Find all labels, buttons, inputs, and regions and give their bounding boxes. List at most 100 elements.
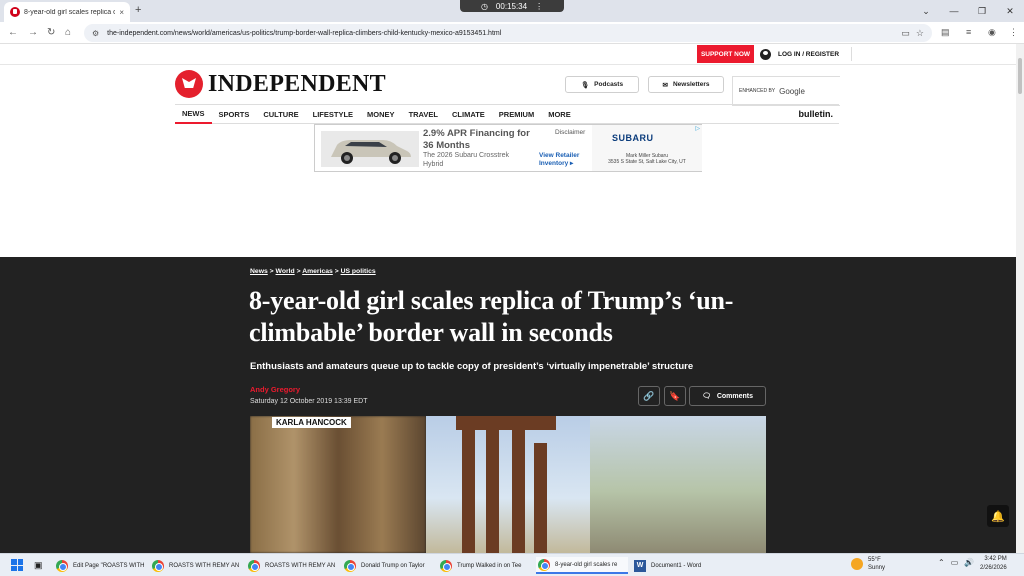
nav-item-lifestyle[interactable]: LIFESTYLE — [306, 105, 360, 124]
taskbar-item[interactable]: Donald Trump on Taylor — [344, 557, 434, 574]
word-icon: W — [634, 559, 646, 572]
subaru-logo: SUBARU — [612, 133, 654, 143]
login-label: LOG IN / REGISTER — [778, 50, 840, 58]
volume-icon[interactable]: 🔊 — [964, 558, 974, 567]
taskbar-item-word[interactable]: W Document1 - Word — [634, 557, 724, 574]
weather-condition: Sunny — [868, 565, 886, 571]
comments-label: Comments — [716, 392, 754, 400]
comment-icon: 🗨 — [701, 393, 711, 400]
tab-title: 8-year-old girl scales replica of — [24, 8, 116, 16]
taskbar-item[interactable]: Edit Page "ROASTS WITH — [56, 557, 146, 574]
newsletters-button[interactable]: ✉ Newsletters — [648, 76, 724, 93]
breadcrumb-news[interactable]: News — [250, 268, 268, 275]
article-headline: 8-year-old girl scales replica of Trump’… — [249, 286, 734, 347]
nav-item-sports[interactable]: SPORTS — [212, 105, 257, 124]
nav-item-culture[interactable]: CULTURE — [256, 105, 305, 124]
divider — [851, 47, 853, 61]
taskbar-item[interactable]: Trump Walked in on Tee — [440, 557, 530, 574]
browser-menu-icon[interactable]: ⋮ — [1009, 27, 1018, 38]
nav-item-news[interactable]: NEWS — [175, 105, 212, 124]
network-icon[interactable]: ▭ — [951, 558, 959, 567]
taskbar-item-active[interactable]: 8-year-old girl scales re — [536, 557, 628, 574]
adchoices-icon[interactable]: ▷ — [695, 125, 700, 132]
home-icon[interactable]: ⌂ — [65, 27, 71, 38]
notification-bell-button[interactable]: 🔔 — [987, 505, 1009, 527]
nav-item-more[interactable]: MORE — [541, 105, 578, 124]
new-tab-button[interactable]: + — [135, 4, 141, 16]
url-text[interactable]: the-independent.com/news/world/americas/… — [107, 30, 895, 37]
chrome-icon — [152, 559, 164, 572]
bookmark-button[interactable]: 🔖 — [664, 386, 686, 406]
forward-arrow-icon[interactable]: → — [28, 27, 38, 38]
newsletter-icon: ✉ — [662, 81, 668, 89]
eagle-icon — [175, 70, 203, 98]
weather-widget[interactable]: 55°F Sunny — [851, 556, 885, 572]
bookmark-star-icon[interactable]: ☆ — [916, 28, 924, 39]
system-tray: ⌃ ▭ 🔊 — [938, 558, 974, 567]
chevron-up-icon[interactable]: ⌃ — [938, 558, 945, 567]
recording-timer: ◷ 00:15:34 ⋮ — [460, 0, 564, 12]
car-image — [321, 131, 419, 167]
ad-disclaimer-link[interactable]: Disclaimer — [555, 129, 585, 136]
chrome-icon — [344, 559, 356, 572]
taskbar-item[interactable]: ROASTS WITH REMY AN — [152, 557, 242, 574]
support-now-button[interactable]: SUPPORT NOW — [697, 45, 754, 63]
nav-item-travel[interactable]: TRAVEL — [402, 105, 445, 124]
system-clock[interactable]: 3:42 PM 2/26/2026 — [980, 555, 1007, 573]
photo-panel-left — [250, 416, 426, 553]
site-info-icon[interactable]: ⚙ — [92, 29, 99, 38]
nav-item-premium[interactable]: PREMIUM — [492, 105, 541, 124]
google-search-box[interactable]: ENHANCED BY Google — [732, 76, 840, 106]
restore-icon[interactable]: ❐ — [968, 6, 996, 17]
bulletin-logo[interactable]: bulletin. — [799, 109, 834, 119]
browser-tab-bar: 8-year-old girl scales replica of × + ◷ … — [0, 0, 1024, 22]
ad-headline: 2.9% APR Financing for — [423, 128, 530, 139]
podcasts-button[interactable]: 🎙 Podcasts — [565, 76, 639, 93]
link-icon: 🔗 — [643, 390, 655, 401]
temperature: 55°F — [868, 557, 881, 563]
breadcrumb-us-politics[interactable]: US politics — [341, 268, 376, 275]
timer-menu-icon[interactable]: ⋮ — [535, 2, 543, 11]
omnibox[interactable]: ⚙ the-independent.com/news/world/america… — [84, 24, 932, 42]
breadcrumb-world[interactable]: World — [276, 268, 295, 275]
photo-credit: KARLA HANCOCK — [272, 417, 351, 428]
tab-close-icon[interactable]: × — [119, 8, 124, 17]
window-controls: ⌄ — ❐ ✕ — [912, 0, 1024, 22]
view-inventory-link[interactable]: View Retailer Inventory ▸ — [539, 152, 587, 168]
address-toolbar: ← → ↻ ⌂ ⚙ the-independent.com/news/world… — [0, 22, 1024, 44]
clock-date: 2/26/2026 — [980, 565, 1007, 571]
taskbar-item[interactable]: ROASTS WITH REMY AN — [248, 557, 338, 574]
comments-button[interactable]: 🗨 Comments — [689, 386, 766, 406]
article-standfirst: Enthusiasts and amateurs queue up to tac… — [250, 361, 694, 372]
breadcrumb-americas[interactable]: Americas — [302, 268, 333, 275]
tab-search-icon[interactable]: ⌄ — [912, 6, 940, 17]
nav-item-climate[interactable]: CLIMATE — [445, 105, 492, 124]
scrollbar-thumb[interactable] — [1018, 58, 1022, 94]
browser-tab[interactable]: 8-year-old girl scales replica of × — [4, 2, 130, 22]
side-panel-icon[interactable]: ▤ — [941, 27, 950, 38]
chrome-icon — [538, 558, 550, 571]
independent-logo[interactable]: INDEPENDENT — [175, 70, 386, 98]
task-view-icon[interactable]: ▣ — [34, 557, 46, 574]
author-link[interactable]: Andy Gregory — [250, 385, 300, 394]
login-register-link[interactable]: LOG IN / REGISTER — [760, 45, 853, 63]
reading-list-icon[interactable]: ≡ — [966, 27, 971, 37]
enhanced-by-label: ENHANCED BY — [739, 88, 776, 94]
reload-icon[interactable]: ↻ — [47, 27, 55, 38]
profile-icon[interactable]: ◉ — [988, 27, 996, 38]
copy-link-button[interactable]: 🔗 — [638, 386, 660, 406]
nav-item-money[interactable]: MONEY — [360, 105, 402, 124]
microphone-icon: 🎙 — [580, 81, 590, 89]
newsletters-label: Newsletters — [672, 81, 710, 88]
dealer-info: Mark Miller Subaru 3535 S State St, Salt… — [596, 153, 698, 165]
back-arrow-icon[interactable]: ← — [8, 27, 18, 38]
cast-icon[interactable]: ▭ — [901, 28, 910, 39]
subaru-advertisement[interactable]: 2.9% APR Financing for 36 Months The 202… — [314, 124, 702, 172]
photo-panel-right — [590, 416, 766, 553]
page-scrollbar[interactable] — [1016, 44, 1024, 553]
windows-start-icon[interactable] — [11, 559, 23, 571]
article-photo[interactable] — [250, 416, 766, 553]
header-divider — [0, 64, 1024, 65]
close-window-icon[interactable]: ✕ — [996, 6, 1024, 17]
minimize-icon[interactable]: — — [940, 6, 968, 16]
